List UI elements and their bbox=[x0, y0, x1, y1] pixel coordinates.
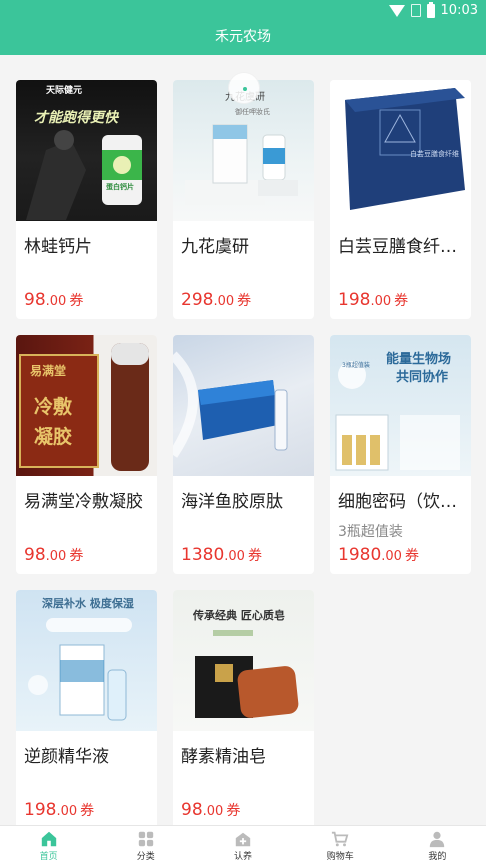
product-price: 298.00 券 bbox=[181, 290, 252, 310]
tab-cart[interactable]: 购物车 bbox=[292, 826, 389, 865]
product-card[interactable]: 白芸豆膳食纤维 白芸豆膳食纤… 198.00 券 bbox=[330, 80, 471, 319]
page-header: 禾元农场 bbox=[0, 22, 486, 55]
cart-icon bbox=[332, 831, 349, 846]
tab-category[interactable]: 分类 bbox=[97, 826, 194, 865]
product-image: 易满堂 冷敷 凝胶 bbox=[16, 335, 157, 476]
product-image: 天际健元 才能跑得更快 蛋白钙片 bbox=[16, 80, 157, 221]
product-image: 深层补水 极度保湿 bbox=[16, 590, 157, 731]
home-icon bbox=[41, 831, 56, 846]
product-name: 九花虞研 bbox=[181, 237, 249, 257]
product-price: 1380.00 券 bbox=[181, 545, 262, 565]
product-card[interactable]: 传承经典 匠心质皂 酵素精油皂 98.00 券 bbox=[173, 590, 314, 829]
product-subtitle: 3瓶超值装 bbox=[338, 524, 403, 540]
status-bar: 10:03 bbox=[0, 0, 486, 22]
product-price: 98.00 券 bbox=[24, 290, 84, 310]
product-card[interactable]: 易满堂 冷敷 凝胶 易满堂冷敷凝胶 98.00 券 bbox=[16, 335, 157, 574]
page-title: 禾元农场 bbox=[215, 29, 271, 45]
product-price: 198.00 券 bbox=[338, 290, 409, 310]
wifi-icon bbox=[388, 4, 405, 17]
product-price: 1980.00 券 bbox=[338, 545, 419, 565]
product-card[interactable]: 海洋鱼胶原肽 1380.00 券 bbox=[173, 335, 314, 574]
product-name: 白芸豆膳食纤… bbox=[338, 237, 457, 257]
product-price: 198.00 券 bbox=[24, 800, 95, 820]
product-card[interactable]: 天际健元 才能跑得更快 蛋白钙片 林蛙钙片 98.00 券 bbox=[16, 80, 157, 319]
status-time: 10:03 bbox=[440, 3, 478, 18]
user-icon bbox=[430, 831, 445, 847]
grid-icon bbox=[138, 831, 153, 846]
adopt-icon bbox=[235, 832, 251, 846]
product-name: 易满堂冷敷凝胶 bbox=[24, 492, 143, 512]
product-card[interactable]: 九花虞研 御任呷妝氏 九花虞研 298.00券 bbox=[173, 80, 314, 319]
product-image: 白芸豆膳食纤维 bbox=[330, 80, 471, 221]
product-name: 逆颜精华液 bbox=[24, 747, 109, 767]
battery-icon bbox=[426, 1, 435, 18]
product-name: 海洋鱼胶原肽 bbox=[181, 492, 283, 512]
product-price: 98.00 券 bbox=[181, 800, 241, 820]
tab-adopt[interactable]: 认养 bbox=[194, 826, 291, 865]
product-name: 酵素精油皂 bbox=[181, 747, 266, 767]
product-image bbox=[173, 335, 314, 476]
product-price: 98.00 券 bbox=[24, 545, 84, 565]
tab-mine[interactable]: 我的 bbox=[389, 826, 486, 865]
product-name: 细胞密码（饮… bbox=[338, 492, 457, 512]
product-card[interactable]: 深层补水 极度保湿 逆颜精华液 198.00 券 bbox=[16, 590, 157, 829]
bottom-tab-bar: 首页 分类 认养 购物车 我的 bbox=[0, 825, 486, 865]
floating-action-button[interactable] bbox=[228, 72, 260, 104]
product-card[interactable]: 能量生物场 共同协作 3瓶超值装 细胞密码（饮… 3瓶超值装 1980.00 券 bbox=[330, 335, 471, 574]
tab-home[interactable]: 首页 bbox=[0, 826, 97, 865]
product-image: 传承经典 匠心质皂 bbox=[173, 590, 314, 731]
sim-icon bbox=[410, 4, 421, 17]
product-image: 能量生物场 共同协作 3瓶超值装 bbox=[330, 335, 471, 476]
product-name: 林蛙钙片 bbox=[24, 237, 92, 257]
